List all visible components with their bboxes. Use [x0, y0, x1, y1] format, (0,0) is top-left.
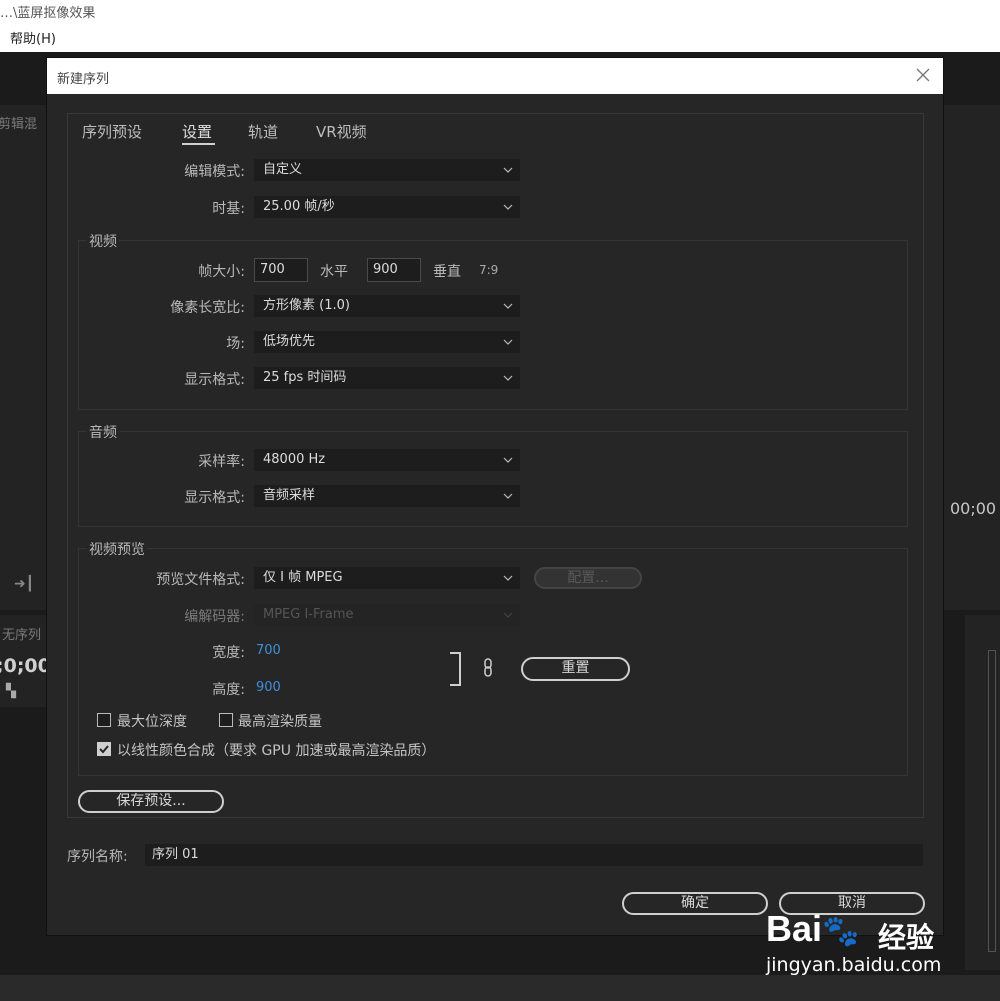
preview-format-select[interactable]: 仅 I 帧 MPEG [254, 567, 520, 589]
dialog-title: 新建序列 [57, 72, 110, 87]
max-render-quality-label: 最高渲染质量 [238, 714, 322, 730]
paw-icon: 🐾 [822, 915, 860, 948]
preview-format-label: 预览文件格式: [156, 572, 245, 588]
audio-group-title: 音频 [87, 422, 119, 442]
watermark-brand-text: Bai [766, 908, 823, 949]
left-panel-label: 剪辑混 [0, 117, 38, 132]
ok-button[interactable]: 确定 [622, 892, 768, 915]
edit-mode-select[interactable]: 自定义 [254, 159, 520, 181]
video-display-format-value: 25 fps 时间码 [263, 370, 347, 385]
save-preset-button[interactable]: 保存预设... [78, 790, 224, 813]
video-preview-group-title: 视频预览 [87, 539, 147, 559]
edit-mode-value: 自定义 [263, 162, 303, 177]
snap-icon[interactable]: ➜┃ [14, 576, 34, 592]
chevron-down-icon [503, 575, 513, 581]
codec-select: MPEG I-Frame [254, 604, 520, 626]
chain-link-icon[interactable] [482, 658, 494, 678]
tab-tracks[interactable]: 轨道 [248, 121, 278, 142]
max-bit-depth-label: 最大位深度 [117, 714, 187, 730]
configure-button[interactable]: 配置... [534, 567, 642, 589]
status-bar [0, 975, 1000, 1001]
watermark-url: jingyan.baidu.com [766, 954, 942, 976]
chevron-down-icon [503, 375, 513, 381]
audio-display-format-select[interactable]: 音频采样 [254, 485, 520, 507]
chevron-down-icon [503, 204, 513, 210]
close-icon[interactable] [915, 67, 931, 83]
aspect-ratio: 7:9 [479, 263, 499, 277]
fields-value: 低场优先 [263, 334, 316, 349]
watermark-brand: Bai🐾 [766, 908, 859, 950]
max-render-quality-checkbox[interactable] [219, 713, 233, 727]
edit-mode-label: 编辑模式: [184, 164, 245, 180]
chevron-down-icon [503, 457, 513, 463]
link-bracket-icon [450, 652, 461, 686]
tab-sequence-presets[interactable]: 序列预设 [82, 121, 142, 142]
codec-label: 编解码器: [184, 609, 245, 625]
no-sequence-label: 无序列 [2, 628, 42, 643]
vertical-label: 垂直 [433, 264, 461, 280]
timebase-value: 25.00 帧/秒 [263, 199, 335, 214]
pixel-aspect-value: 方形像素 (1.0) [263, 298, 350, 313]
fields-label: 场: [226, 336, 245, 352]
chevron-down-icon [503, 167, 513, 173]
right-panel [943, 105, 1000, 610]
audio-meter [988, 650, 996, 952]
tab-settings[interactable]: 设置 [182, 121, 212, 142]
frame-width-input[interactable]: 700 [254, 258, 308, 282]
sample-rate-label: 采样率: [198, 454, 245, 470]
sequence-name-label: 序列名称: [67, 849, 128, 865]
chevron-down-icon [503, 303, 513, 309]
pixel-aspect-select[interactable]: 方形像素 (1.0) [254, 295, 520, 317]
checkmark-icon [99, 745, 109, 754]
audio-display-format-label: 显示格式: [184, 490, 245, 506]
chevron-down-icon [503, 612, 513, 618]
audio-display-format-value: 音频采样 [263, 488, 316, 503]
window-title: …\蓝屏抠像效果 [0, 6, 96, 21]
new-sequence-dialog: 新建序列 序列预设 设置 轨道 VR视频 编辑模式: 自定义 时基: 25.00… [47, 58, 943, 935]
left-panel [0, 105, 47, 610]
linear-color-label: 以线性颜色合成（要求 GPU 加速或最高渲染品质） [117, 743, 436, 759]
sequence-name-input[interactable]: 序列 01 [145, 844, 923, 866]
video-display-format-select[interactable]: 25 fps 时间码 [254, 367, 520, 389]
preview-width-label: 宽度: [212, 645, 245, 661]
preview-height-value[interactable]: 900 [256, 680, 281, 695]
dialog-title-bar: 新建序列 [47, 58, 943, 94]
preview-width-value[interactable]: 700 [256, 643, 281, 658]
preview-format-value: 仅 I 帧 MPEG [263, 570, 343, 585]
tool-icon[interactable]: ▚ [6, 684, 16, 699]
audio-group [78, 431, 908, 527]
window-title-bar: …\蓝屏抠像效果 [0, 0, 1000, 28]
tab-vr-video[interactable]: VR视频 [316, 121, 367, 142]
timebase-select[interactable]: 25.00 帧/秒 [254, 196, 520, 218]
watermark-brand-cn: 经验 [878, 921, 935, 954]
frame-size-label: 帧大小: [198, 264, 245, 280]
video-display-format-label: 显示格式: [184, 372, 245, 388]
chevron-down-icon [503, 339, 513, 345]
codec-value: MPEG I-Frame [263, 607, 354, 622]
max-bit-depth-checkbox[interactable] [97, 713, 111, 727]
reset-button[interactable]: 重置 [521, 657, 630, 681]
sample-rate-select[interactable]: 48000 Hz [254, 449, 520, 471]
timebase-label: 时基: [212, 201, 245, 217]
sample-rate-value: 48000 Hz [263, 452, 326, 467]
chevron-down-icon [503, 493, 513, 499]
menu-bar: 帮助(H) [0, 28, 1000, 52]
linear-color-checkbox[interactable] [97, 742, 111, 756]
preview-height-label: 高度: [212, 682, 245, 698]
video-group-title: 视频 [87, 231, 119, 251]
menu-help[interactable]: 帮助(H) [10, 28, 56, 52]
fields-select[interactable]: 低场优先 [254, 331, 520, 353]
timecode-right: 00;00 [950, 499, 997, 518]
frame-height-input[interactable]: 900 [367, 258, 421, 282]
pixel-aspect-label: 像素长宽比: [170, 300, 245, 316]
horizontal-label: 水平 [320, 264, 348, 280]
timecode-left: ;0;00 [0, 655, 51, 677]
active-tab-indicator [182, 143, 215, 145]
